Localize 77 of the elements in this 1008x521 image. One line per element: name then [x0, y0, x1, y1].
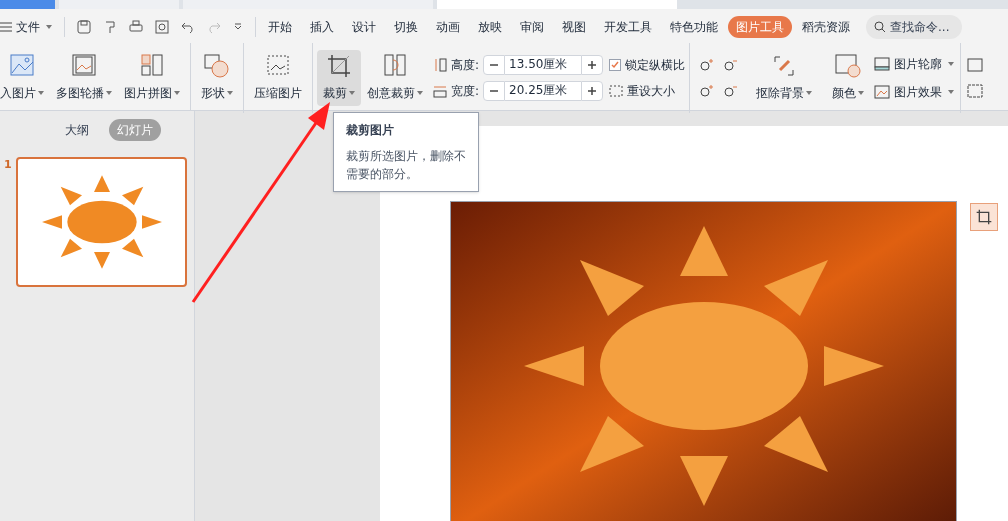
decrement-button[interactable] [483, 80, 506, 101]
reset-size-button[interactable]: 重设大小 [609, 81, 686, 100]
slide-number: 1 [4, 157, 12, 173]
menu-tab[interactable]: 放映 [470, 16, 510, 38]
undo-icon[interactable] [181, 20, 195, 34]
creative-crop-icon [384, 53, 406, 76]
plus-icon [588, 86, 597, 95]
save-icon[interactable] [77, 20, 91, 34]
plus-icon [588, 60, 597, 69]
caret-icon [858, 91, 865, 95]
decrement-button[interactable] [483, 54, 506, 75]
menu-icon [0, 22, 12, 32]
ribbon-button[interactable]: 图片拼图 [118, 49, 186, 106]
tooltip-title: 裁剪图片 [346, 122, 395, 139]
crop-icon [976, 209, 992, 225]
collage-icon [141, 53, 163, 76]
caret-icon [948, 89, 955, 94]
ribbon-button[interactable]: 颜色 [826, 49, 871, 106]
dropdown-icon[interactable] [233, 22, 243, 32]
ribbon-button[interactable]: 形状 [195, 49, 239, 106]
image-color-icon [835, 53, 862, 78]
menu-tab[interactable]: 开始 [260, 16, 300, 38]
slide-thumbnail[interactable] [16, 157, 187, 287]
increment-button[interactable] [581, 54, 604, 75]
menu-tab[interactable]: 设计 [344, 16, 384, 38]
menu-tab[interactable]: 特色功能 [662, 16, 726, 38]
image-outline-icon [874, 56, 891, 71]
shape-icon [204, 53, 230, 78]
contrast-minus-icon[interactable] [722, 57, 739, 72]
ribbon-button[interactable]: 图片轮廓 [874, 54, 955, 73]
size-label: 宽度: [451, 82, 480, 100]
tooltip-text: 裁剪所选图片，删除不需要的部分。 [346, 148, 466, 183]
checkbox[interactable] [609, 58, 622, 71]
crop-icon [327, 53, 351, 78]
menu-tab[interactable]: 审阅 [512, 16, 552, 38]
size-label: 高度: [451, 56, 480, 74]
lock-ratio-checkbox[interactable]: 锁定纵横比 [609, 55, 686, 74]
images-icon [72, 53, 96, 76]
image-icon[interactable] [967, 83, 984, 98]
search-icon [874, 21, 886, 33]
image-effect-icon [874, 84, 891, 99]
ribbon-button[interactable]: 入图片 [0, 49, 50, 106]
ribbon-button[interactable]: 创意裁剪 [361, 49, 429, 106]
width-icon [433, 83, 447, 98]
contrast-plus-icon[interactable] [698, 57, 715, 72]
height-icon [433, 57, 447, 72]
search-field[interactable]: 查找命令... [866, 15, 962, 39]
ribbon-button[interactable]: 裁剪 [317, 49, 361, 106]
brightness-minus-icon[interactable] [722, 83, 739, 98]
increment-button[interactable] [581, 80, 604, 101]
brightness-plus-icon[interactable] [698, 83, 715, 98]
menu-tab[interactable]: 开发工具 [596, 16, 660, 38]
caret-icon [806, 91, 813, 95]
ribbon-button[interactable]: 图片效果 [874, 82, 955, 101]
caret-icon [46, 25, 52, 29]
crop-button[interactable] [970, 203, 998, 231]
print-preview-icon[interactable] [155, 20, 169, 34]
print-icon[interactable] [129, 20, 143, 34]
menu-tab[interactable]: 切换 [386, 16, 426, 38]
reset-size-icon [609, 84, 624, 97]
size-field[interactable]: 13.50厘米 [505, 54, 582, 75]
caret-icon [948, 61, 955, 66]
file-menu[interactable]: 文件 [0, 18, 60, 36]
ribbon-button[interactable]: 多图轮播 [50, 49, 118, 106]
ribbon-button[interactable]: 抠除背景 [750, 49, 819, 106]
size-field[interactable]: 20.25厘米 [505, 80, 582, 101]
sidebar-tab[interactable]: 大纲 [57, 119, 97, 141]
magic-wand-icon [772, 53, 797, 78]
ribbon-button[interactable]: 压缩图片 [248, 49, 308, 106]
menu-tab[interactable]: 视图 [554, 16, 594, 38]
photo-placeholder[interactable] [450, 201, 957, 521]
image-icon [10, 53, 34, 76]
image-icon[interactable] [967, 57, 984, 72]
compress-image-icon [266, 53, 290, 76]
menu-tab[interactable]: 稻壳资源 [794, 16, 858, 38]
menu-tab[interactable]: 插入 [302, 16, 342, 38]
menu-tab[interactable]: 动画 [428, 16, 468, 38]
